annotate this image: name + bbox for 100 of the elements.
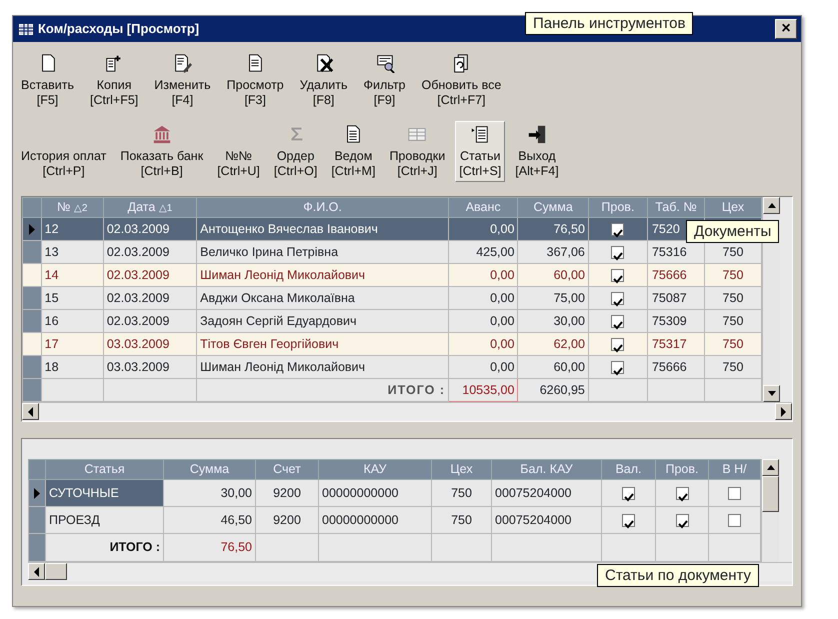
- table-cell: 62,00: [518, 332, 588, 356]
- callout: Статьи по документу: [597, 564, 760, 587]
- scroll-up-button[interactable]: [762, 459, 779, 476]
- scroll-left-button[interactable]: [22, 403, 39, 420]
- table-cell: 02.03.2009: [103, 218, 197, 240]
- table-cell: 75317: [647, 332, 704, 356]
- table-cell: 750: [432, 506, 492, 534]
- table-cell: 0,00: [448, 218, 518, 240]
- checkbox[interactable]: [622, 486, 635, 500]
- table-row[interactable]: 15 02.03.2009 Авджи Оксана Миколаївна 0,00 75,00 75087 750: [22, 286, 762, 310]
- table-cell: 60,00: [518, 356, 588, 378]
- total-label: ИТОГО :: [388, 382, 445, 397]
- filter-icon: [374, 53, 394, 73]
- toolbar-button[interactable]: Фильтр [F9]: [360, 50, 410, 111]
- scroll-thumb[interactable]: [762, 476, 779, 512]
- table-cell: 12: [41, 218, 104, 240]
- checkbox[interactable]: [611, 292, 624, 305]
- toolbar-button[interactable]: Показать банк [Ctrl+B]: [116, 121, 208, 182]
- arrow-icon: [778, 406, 789, 417]
- exit-icon: [526, 124, 547, 144]
- callout: Документы: [686, 220, 780, 243]
- toolbar-button[interactable]: Статьи [Ctrl+S]: [455, 121, 506, 182]
- toolbar-button[interactable]: Просмотр [F3]: [222, 50, 288, 111]
- table-cell: 75087: [647, 286, 704, 310]
- checkbox[interactable]: [611, 314, 624, 328]
- edit-document-icon: [172, 53, 192, 73]
- row-pointer-icon: [28, 224, 36, 234]
- close-button[interactable]: ×: [775, 19, 797, 39]
- scroll-left-button[interactable]: [28, 563, 45, 580]
- table-cell: 0,00: [448, 356, 518, 378]
- checkbox[interactable]: [622, 514, 635, 527]
- scroll-right-button[interactable]: [775, 403, 792, 420]
- toolbar-button[interactable]: Изменить [F4]: [150, 50, 215, 111]
- table-cell: Шиман Леонід Миколайович: [196, 264, 448, 286]
- table-cell: 75,00: [518, 286, 588, 310]
- table-cell: 750: [704, 332, 762, 356]
- table-cell: Авджи Оксана Миколаївна: [196, 286, 448, 310]
- table-cell: Антощенко Вячеслав Іванович: [196, 218, 448, 240]
- scroll-thumb[interactable]: [45, 563, 67, 580]
- checkbox[interactable]: [728, 486, 741, 500]
- table-cell: 14: [41, 264, 104, 286]
- checkbox[interactable]: [676, 486, 688, 500]
- table-cell: 03.03.2009: [103, 332, 197, 356]
- table-cell: 0,00: [448, 332, 518, 356]
- table-cell: 15: [41, 286, 104, 310]
- toolbar-button[interactable]: Удалить [F8]: [296, 50, 352, 111]
- toolbar-button[interactable]: Ведом [Ctrl+M]: [327, 121, 380, 182]
- table-cell: 02.03.2009: [103, 286, 197, 310]
- toolbar-button[interactable]: Ордер [Ctrl+O]: [270, 121, 322, 182]
- list-icon: [470, 124, 490, 144]
- toolbar-button[interactable]: История оплат [Ctrl+P]: [17, 123, 110, 182]
- row-pointer-icon: [33, 488, 41, 498]
- table-cell: 76,50: [518, 218, 588, 240]
- window-title: Ком/расходы [Просмотр]: [38, 20, 200, 38]
- toolbar-button[interactable]: Вставить [F5]: [17, 50, 78, 111]
- toolbar-button[interactable]: Выход [Alt+F4]: [511, 121, 563, 182]
- table-cell: 9200: [256, 480, 318, 506]
- table-cell: 0,00: [448, 264, 518, 286]
- table-icon: [19, 24, 33, 34]
- table-cell: 00075204000: [492, 506, 602, 534]
- checkbox[interactable]: [611, 222, 624, 236]
- table-cell: 0,00: [448, 286, 518, 310]
- toolbar-button[interactable]: Обновить все [Ctrl+F7]: [418, 50, 506, 111]
- checkbox[interactable]: [611, 246, 624, 259]
- total-label: ИТОГО :: [110, 540, 160, 554]
- table-cell: Шиман Леонід Миколайович: [196, 356, 448, 378]
- checkbox[interactable]: [611, 360, 624, 374]
- table-cell: 00000000000: [318, 480, 432, 506]
- table-row[interactable]: 18 03.03.2009 Шиман Леонід Миколайович 0,00 60,00 75666 750: [22, 356, 762, 378]
- table-cell: 02.03.2009: [103, 264, 197, 286]
- bank-icon: [152, 124, 172, 144]
- table-cell: 750: [432, 480, 492, 506]
- checkbox[interactable]: [611, 268, 624, 282]
- toolbar-button[interactable]: Проводки [Ctrl+J]: [385, 121, 450, 182]
- table-cell: 75666: [647, 264, 704, 286]
- table-cell: 46,50: [164, 506, 256, 534]
- table-cell: 60,00: [518, 264, 588, 286]
- table-cell: Тітов Євген Георгійович: [196, 332, 448, 356]
- table-cell: 00075204000: [492, 480, 602, 506]
- table-row[interactable]: 14 02.03.2009 Шиман Леонід Миколайович 0,00 60,00 75666 750: [22, 264, 762, 286]
- callout: Панель инструментов: [525, 12, 694, 35]
- checkbox[interactable]: [676, 514, 688, 527]
- toolbar-button[interactable]: Копия [Ctrl+F5]: [86, 50, 142, 111]
- table-row[interactable]: СУТОЧНЫЕ 30,00 9200 00000000000 750 00075204000: [28, 480, 760, 506]
- checkbox[interactable]: [728, 514, 741, 527]
- table-cell: 00000000000: [318, 506, 432, 534]
- table-cell: 17: [41, 332, 104, 356]
- toolbar-button[interactable]: №№ [Ctrl+U]: [213, 123, 264, 182]
- table-cell: 18: [41, 356, 104, 378]
- table-cell: 750: [704, 264, 762, 286]
- table-row[interactable]: 17 03.03.2009 Тітов Євген Георгійович 0,00 62,00 75317 750: [22, 332, 762, 356]
- table-row[interactable]: ПРОЕЗД 46,50 9200 00000000000 750 00075204000: [28, 506, 760, 534]
- scroll-up-button[interactable]: [763, 197, 780, 214]
- scroll-down-button[interactable]: [763, 385, 780, 402]
- table-cell: 75666: [647, 356, 704, 378]
- table-cell: СУТОЧНЫЕ: [46, 480, 164, 506]
- table-cell: 9200: [256, 506, 318, 534]
- table-cell: 30,00: [164, 480, 256, 506]
- table-cell: 03.03.2009: [103, 356, 197, 378]
- checkbox[interactable]: [611, 338, 624, 351]
